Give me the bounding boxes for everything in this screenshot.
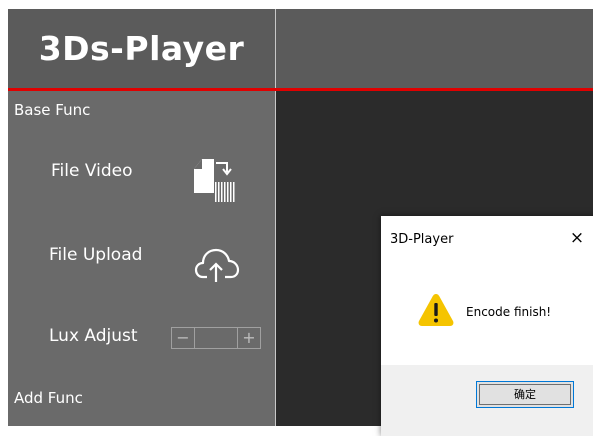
lux-decrease-button[interactable]: − bbox=[171, 327, 195, 349]
dialog-message: Encode finish! bbox=[466, 305, 552, 319]
sidebar: 3Ds-Player Base Func File Video File Upl… bbox=[8, 9, 275, 426]
ok-button[interactable]: 确定 bbox=[476, 381, 574, 408]
section-add-func: Add Func bbox=[14, 389, 83, 407]
dialog-body: 3D-Player × Encode finish! bbox=[381, 216, 593, 365]
lux-stepper[interactable]: − + bbox=[171, 327, 261, 349]
warning-icon bbox=[417, 292, 455, 328]
lux-increase-button[interactable]: + bbox=[237, 327, 261, 349]
header-bar bbox=[276, 9, 593, 88]
sidebar-item-lux-adjust: Lux Adjust bbox=[49, 326, 138, 346]
lux-value-field[interactable] bbox=[195, 327, 237, 349]
video-file-icon[interactable] bbox=[192, 153, 240, 203]
cloud-upload-icon[interactable] bbox=[194, 245, 240, 285]
sidebar-item-file-upload[interactable]: File Upload bbox=[49, 245, 142, 265]
sidebar-item-file-video[interactable]: File Video bbox=[51, 161, 132, 181]
section-base-func: Base Func bbox=[14, 101, 91, 119]
dialog-title: 3D-Player bbox=[390, 232, 454, 247]
app-title: 3Ds-Player bbox=[8, 9, 275, 88]
ok-button-label: 确定 bbox=[514, 388, 536, 401]
message-dialog: 3D-Player × Encode finish! 确定 bbox=[381, 216, 593, 436]
close-icon[interactable]: × bbox=[567, 228, 587, 248]
